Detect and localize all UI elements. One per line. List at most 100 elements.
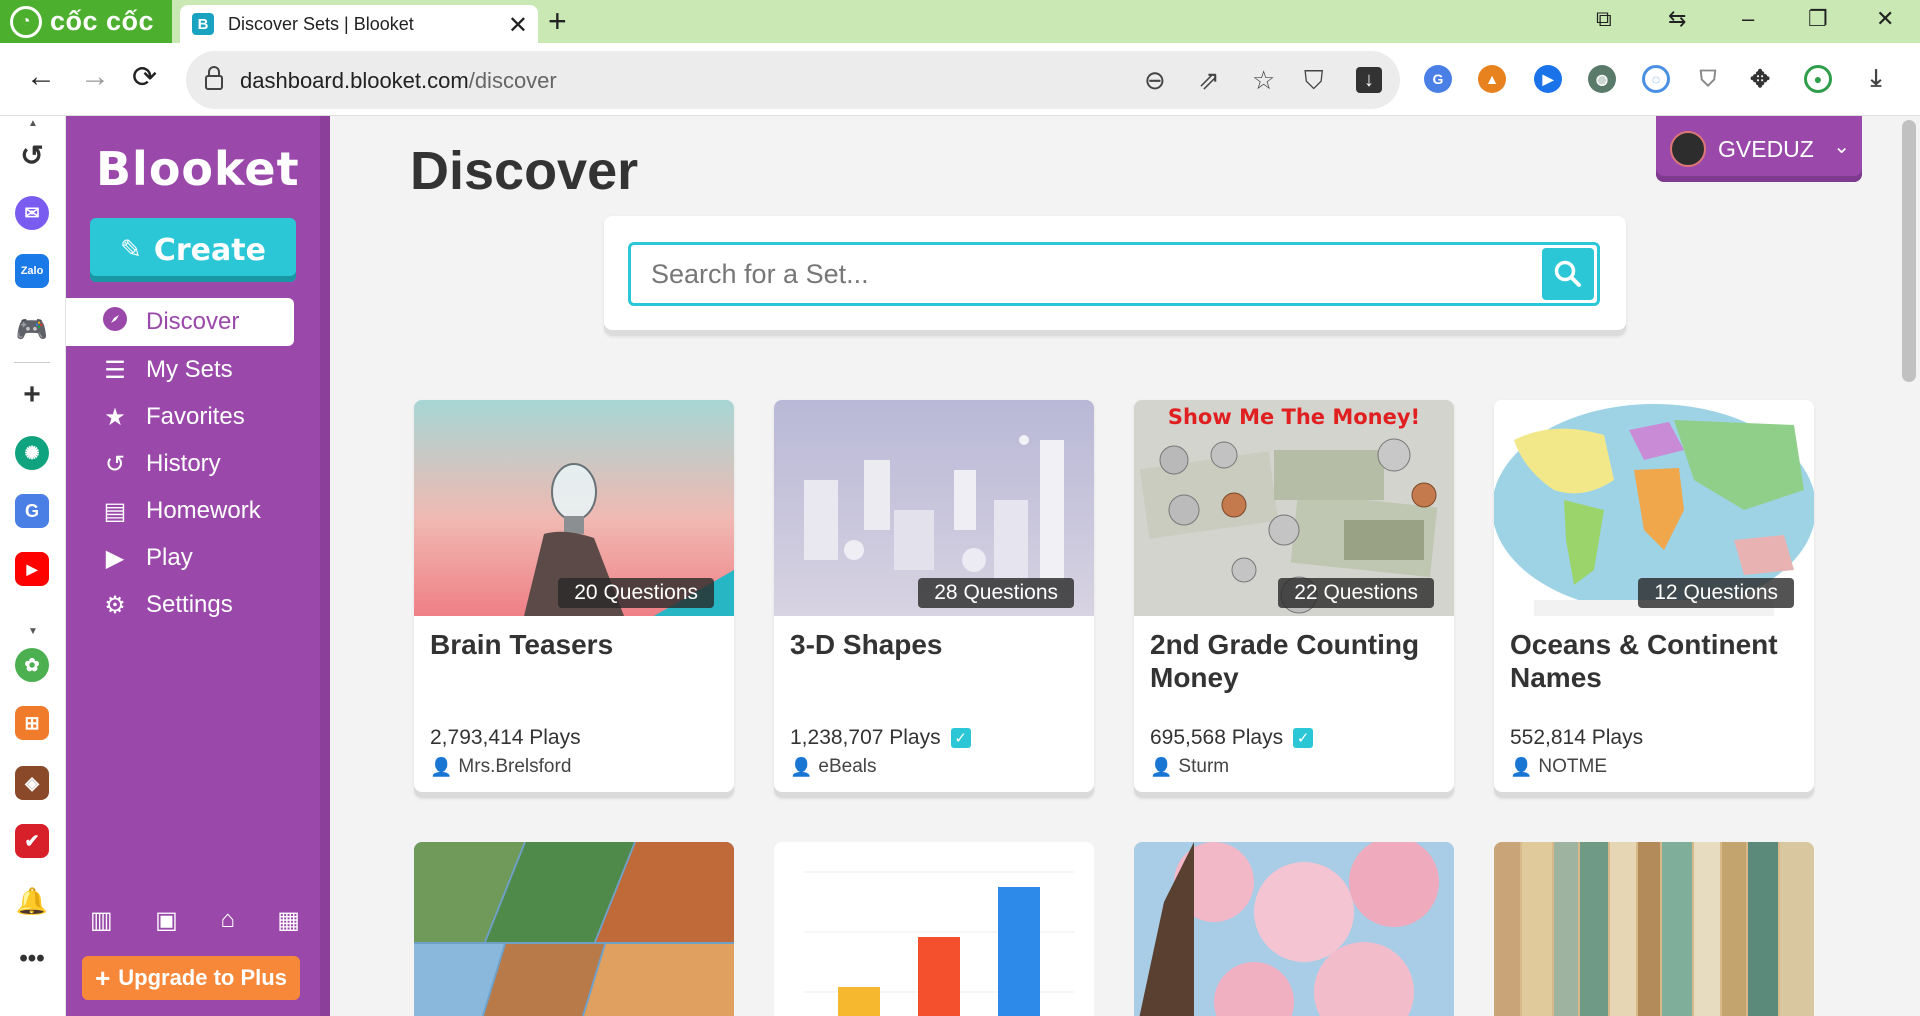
question-count-badge: 12 Questions <box>1638 578 1794 608</box>
rail-app-icon[interactable]: ✿ <box>15 648 49 682</box>
rail-gamepad-icon[interactable]: 🎮 <box>15 312 49 346</box>
metamask-extension-icon[interactable]: ▲ <box>1478 65 1506 93</box>
set-author[interactable]: 👤 Sturm <box>1150 756 1229 778</box>
close-tab-icon[interactable]: ✕ <box>508 11 528 40</box>
browser-tab-active[interactable]: B Discover Sets | Blooket ✕ <box>180 5 538 43</box>
rail-messenger-icon[interactable]: ✉ <box>15 196 49 230</box>
set-card-bar-graph[interactable] <box>774 842 1094 1016</box>
nav-item-play[interactable]: ▶ Play <box>66 534 294 582</box>
close-window-button[interactable]: ✕ <box>1876 6 1894 32</box>
extension-ring-icon[interactable]: ◌ <box>1642 65 1670 93</box>
star-icon: ★ <box>104 403 126 431</box>
rail-add-icon[interactable]: + <box>15 378 49 412</box>
set-thumbnail-cherry-blossom <box>1134 842 1454 1016</box>
nav-item-history[interactable]: ↺ History <box>66 440 294 488</box>
downloads-icon[interactable]: ⤓ <box>1862 65 1890 93</box>
edit-icon: ✎ <box>120 235 142 265</box>
user-menu[interactable]: GVEDUZ ⌄ <box>1656 116 1862 182</box>
reload-button[interactable]: ⟳ <box>132 60 157 95</box>
share-icon[interactable]: ⇗ <box>1198 65 1220 96</box>
extensions-puzzle-icon[interactable]: ✥ <box>1746 65 1774 93</box>
blooket-logo[interactable]: Blooket <box>96 142 300 196</box>
app-sidebar: Blooket ✎ Create Discover ☰ My Sets ★ Fa… <box>66 116 330 1016</box>
user-icon: 👤 <box>430 756 453 777</box>
briefcase-icon[interactable]: ▣ <box>155 906 178 935</box>
extension-globe-icon[interactable]: ◍ <box>1588 65 1616 93</box>
rail-youtube-icon[interactable]: ▶ <box>15 552 49 586</box>
set-card-landmarks[interactable] <box>414 842 734 1016</box>
translate-extension-icon[interactable]: G <box>1424 65 1452 93</box>
upgrade-label: Upgrade to Plus <box>118 965 287 990</box>
url-text[interactable]: dashboard.blooket.com/discover <box>240 68 557 94</box>
rail-history-icon[interactable]: ↺ <box>15 138 49 172</box>
play-count: 1,238,707 Plays ✓ <box>790 726 971 750</box>
shield-icon[interactable]: ⛉ <box>1304 65 1324 97</box>
set-card-oceans-continents[interactable]: 12 Questions Oceans & Continent Names 55… <box>1494 400 1814 798</box>
set-author[interactable]: 👤 Mrs.Brelsford <box>430 756 571 778</box>
rail-translate-icon[interactable]: G <box>15 494 49 528</box>
nav-item-discover[interactable]: Discover <box>66 298 294 346</box>
set-title: Brain Teasers <box>430 629 614 660</box>
market-icon[interactable]: ⌂ <box>220 906 235 935</box>
set-title: 3-D Shapes <box>790 629 943 660</box>
minimize-button[interactable]: – <box>1742 6 1754 32</box>
rail-chatgpt-icon[interactable]: ✺ <box>15 436 49 470</box>
forward-button[interactable]: → <box>80 60 110 94</box>
create-button[interactable]: ✎ Create <box>90 218 296 282</box>
set-title: 2nd Grade Counting Money <box>1150 629 1420 693</box>
rail-more-icon[interactable]: ••• <box>15 942 49 976</box>
plus-icon: + <box>95 962 111 993</box>
rail-task-icon[interactable]: ✔ <box>15 824 49 858</box>
news-icon[interactable]: ▦ <box>277 906 300 935</box>
restore-button[interactable]: ❐ <box>1808 6 1828 32</box>
question-count-badge: 22 Questions <box>1278 578 1434 608</box>
url-path: /discover <box>468 68 557 93</box>
nav-item-homework[interactable]: ▤ Homework <box>66 487 294 535</box>
set-card-brain-teasers[interactable]: 20 Questions Brain Teasers 2,793,414 Pla… <box>414 400 734 798</box>
nav-item-favorites[interactable]: ★ Favorites <box>66 393 294 441</box>
nav-label: Discover <box>146 308 240 335</box>
chevron-down-icon: ⌄ <box>1833 136 1850 158</box>
search-input[interactable] <box>631 245 1531 303</box>
nav-label: Settings <box>146 591 233 618</box>
address-bar[interactable]: dashboard.blooket.com/discover ⊖ ⇗ ☆ ⛉ ↓ <box>186 51 1400 109</box>
rail-scroll-down-icon[interactable]: ▼ <box>28 626 38 637</box>
set-card-counting-money[interactable]: Show Me The Money! 22 Questions 2nd Grad… <box>1134 400 1454 798</box>
bookmark-star-icon[interactable]: ☆ <box>1252 65 1275 96</box>
set-card-3d-shapes[interactable]: 28 Questions 3-D Shapes 1,238,707 Plays ✓… <box>774 400 1094 798</box>
set-card-cherry-blossom[interactable] <box>1134 842 1454 1016</box>
set-author[interactable]: 👤 eBeals <box>790 756 877 778</box>
zoom-out-icon[interactable]: ⊖ <box>1144 65 1166 96</box>
search-button[interactable] <box>1542 248 1594 300</box>
extension-shield-icon[interactable]: ⛉ <box>1694 65 1722 93</box>
rail-scroll-up-icon[interactable]: ▲ <box>28 118 38 129</box>
screenshot-icon[interactable]: ⧉ <box>1596 6 1612 32</box>
set-card-books[interactable] <box>1494 842 1814 1016</box>
rail-zalo-icon[interactable]: Zalo <box>15 254 49 288</box>
new-tab-button[interactable]: + <box>548 3 567 40</box>
back-forth-icon[interactable]: ⇆ <box>1668 6 1686 32</box>
profile-icon[interactable]: ● <box>1804 65 1832 93</box>
nav-item-settings[interactable]: ⚙ Settings <box>66 581 294 629</box>
stats-icon[interactable]: ▥ <box>90 906 113 935</box>
nav-item-my-sets[interactable]: ☰ My Sets <box>66 346 294 394</box>
set-author[interactable]: 👤 NOTME <box>1510 756 1607 778</box>
gear-icon: ⚙ <box>104 591 126 619</box>
extension-blue-icon[interactable]: ▶ <box>1534 65 1562 93</box>
scrollbar-thumb[interactable] <box>1902 120 1916 382</box>
rail-bell-icon[interactable]: 🔔 <box>15 884 49 918</box>
browser-brand[interactable]: ◔ cốc cốc <box>0 0 172 43</box>
user-name: GVEDUZ <box>1718 135 1814 162</box>
download-page-icon[interactable]: ↓ <box>1356 67 1382 93</box>
verified-check-icon: ✓ <box>950 728 971 748</box>
back-button[interactable]: ← <box>26 60 56 94</box>
play-count: 695,568 Plays ✓ <box>1150 726 1314 750</box>
rail-shop-icon[interactable]: ⊞ <box>15 706 49 740</box>
author-name: Mrs.Brelsford <box>458 756 572 777</box>
nav-label: Homework <box>146 497 261 524</box>
page-scrollbar[interactable] <box>1898 116 1920 1016</box>
history-icon: ↺ <box>104 450 126 478</box>
compass-icon <box>100 306 130 339</box>
upgrade-button[interactable]: + Upgrade to Plus <box>82 956 300 1000</box>
rail-game-icon[interactable]: ◈ <box>15 766 49 800</box>
